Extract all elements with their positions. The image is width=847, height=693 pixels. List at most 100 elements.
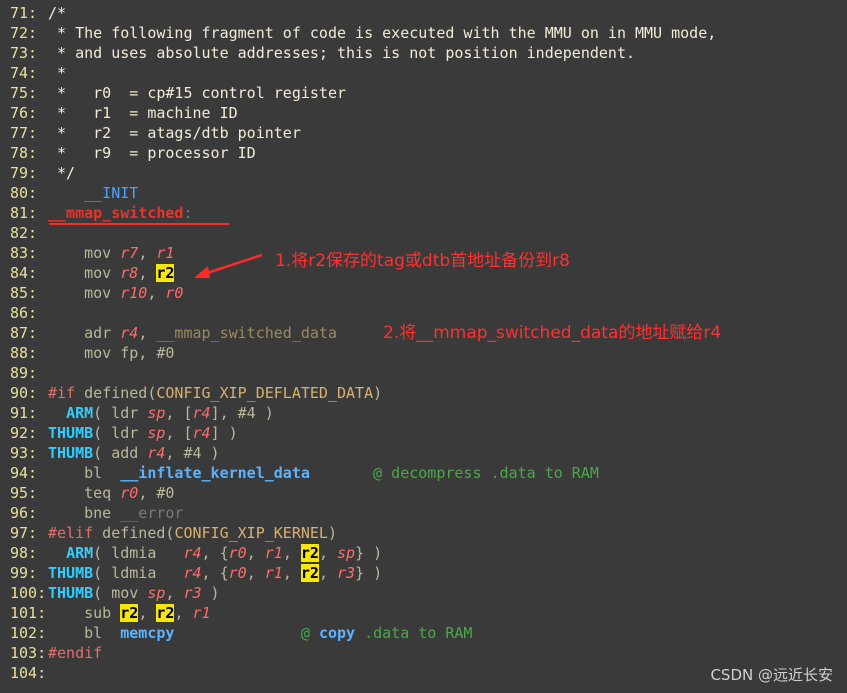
line-number: 80: — [10, 184, 38, 202]
code-text: * — [48, 64, 66, 82]
code-line: 74: * — [0, 63, 66, 83]
line-number: 83: — [10, 244, 38, 262]
code-token: r0 — [228, 544, 247, 562]
code-token: ) — [373, 384, 383, 402]
code-token: * r0 = cp#15 control register — [48, 84, 347, 102]
code-token: mov — [48, 264, 121, 282]
code-text: * r0 = cp#15 control register — [48, 84, 346, 102]
code-token: .data to RAM — [355, 624, 473, 642]
code-line: 72: * The following fragment of code is … — [0, 23, 716, 43]
code-token: , — [138, 604, 157, 622]
code-token: , { — [201, 564, 229, 582]
line-number: 82: — [10, 224, 38, 242]
code-token: ) — [327, 524, 337, 542]
code-token: __error — [120, 504, 184, 522]
code-text: * r1 = machine ID — [48, 104, 238, 122]
watermark: CSDN @远近长安 — [710, 666, 833, 684]
code-token: defined( — [75, 384, 157, 402]
code-token: : — [183, 204, 193, 222]
code-token: sp — [337, 544, 356, 562]
code-token: adr — [48, 324, 121, 342]
code-line: 79: */ — [0, 163, 75, 183]
code-token: , — [147, 284, 166, 302]
code-token: sub — [48, 604, 121, 622]
code-token: , { — [201, 544, 229, 562]
code-text: bl memcpy @ copy .data to RAM — [48, 624, 472, 642]
code-text: bne __error — [48, 504, 183, 522]
line-number: 90: — [10, 384, 38, 402]
code-text: * r9 = processor ID — [48, 144, 256, 162]
code-token: , — [246, 544, 265, 562]
code-line: 91: ARM( ldr sp, [r4], #4 ) — [0, 403, 274, 423]
code-token: r10 — [120, 284, 148, 302]
highlighted-token: r2 — [300, 564, 319, 582]
code-text: * and uses absolute addresses; this is n… — [48, 44, 635, 62]
line-number: 75: — [10, 84, 38, 102]
code-token: sp — [147, 584, 166, 602]
code-text: adr r4, __mmap_switched_data — [48, 324, 337, 342]
line-number: 71: — [10, 4, 38, 22]
code-line: 81: __mmap_switched: — [0, 203, 193, 223]
code-line: 96: bne __error — [0, 503, 183, 523]
line-number: 92: — [10, 424, 38, 442]
highlighted-token: r2 — [120, 604, 139, 622]
code-token: * r9 = processor ID — [48, 144, 256, 162]
code-text: mov fp, #0 — [48, 344, 174, 362]
code-token: * r1 = machine ID — [48, 104, 238, 122]
line-number: 88: — [10, 344, 38, 362]
code-text: mov r10, r0 — [48, 284, 183, 302]
code-line: 75: * r0 = cp#15 control register — [0, 83, 346, 103]
code-token: ( ldmia — [93, 564, 184, 582]
code-text: #endif — [48, 644, 102, 662]
code-token: @ — [300, 624, 319, 642]
code-line: 104: — [0, 663, 48, 683]
code-line: 86: — [0, 303, 48, 323]
code-line: 95: teq r0, #0 — [0, 483, 174, 503]
code-token: bl — [48, 624, 121, 642]
code-token: CONFIG_XIP_KERNEL — [174, 524, 328, 542]
code-token: , — [138, 264, 157, 282]
code-text: #elif defined(CONFIG_XIP_KERNEL) — [48, 524, 337, 542]
code-text: #if defined(CONFIG_XIP_DEFLATED_DATA) — [48, 384, 382, 402]
code-token: ) — [201, 584, 220, 602]
code-text: THUMB( mov sp, r3 ) — [48, 584, 220, 602]
code-token: * The following fragment of code is exec… — [48, 24, 717, 42]
annotation-note-2: 2.将__mmap_switched_data的地址赋给r4 — [383, 323, 722, 343]
line-number: 79: — [10, 164, 38, 182]
code-token: ], #4 ) — [210, 404, 274, 422]
line-number: 100: — [10, 584, 47, 602]
code-token: , — [165, 584, 184, 602]
code-line: 98: ARM( ldmia r4, {r0, r1, r2, sp} ) — [0, 543, 382, 563]
code-token: r4 — [183, 564, 202, 582]
code-token: mov fp, #0 — [48, 344, 175, 362]
line-number: 95: — [10, 484, 38, 502]
code-token: teq — [48, 484, 121, 502]
code-token: bl — [48, 464, 121, 482]
code-token: , — [282, 564, 301, 582]
code-line: 83: mov r7, r1 — [0, 243, 174, 263]
code-text: mov r8, r2 — [48, 264, 175, 282]
code-token: copy — [318, 624, 356, 642]
line-number: 74: — [10, 64, 38, 82]
code-line: 103: #endif — [0, 643, 102, 663]
code-token: ( ldr — [93, 424, 148, 442]
code-editor[interactable]: 71:/* 72: * The following fragment of cod… — [0, 0, 847, 693]
code-token: * and uses absolute addresses; this is n… — [48, 44, 635, 62]
code-text: mov r7, r1 — [48, 244, 174, 262]
label-underline — [49, 223, 229, 225]
code-line: 77: * r2 = atags/dtb pointer — [0, 123, 301, 143]
code-line: 85: mov r10, r0 — [0, 283, 183, 303]
code-token: r1 — [156, 244, 175, 262]
line-number: 91: — [10, 404, 38, 422]
code-token: r0 — [165, 284, 184, 302]
code-token: ( add — [93, 444, 148, 462]
code-token: , [ — [165, 404, 193, 422]
annotation-note-1: 1.将r2保存的tag或dtb首地址备份到r8 — [275, 251, 570, 271]
highlighted-token: r2 — [156, 264, 175, 282]
code-line: 89: — [0, 363, 48, 383]
line-number: 103: — [10, 644, 47, 662]
